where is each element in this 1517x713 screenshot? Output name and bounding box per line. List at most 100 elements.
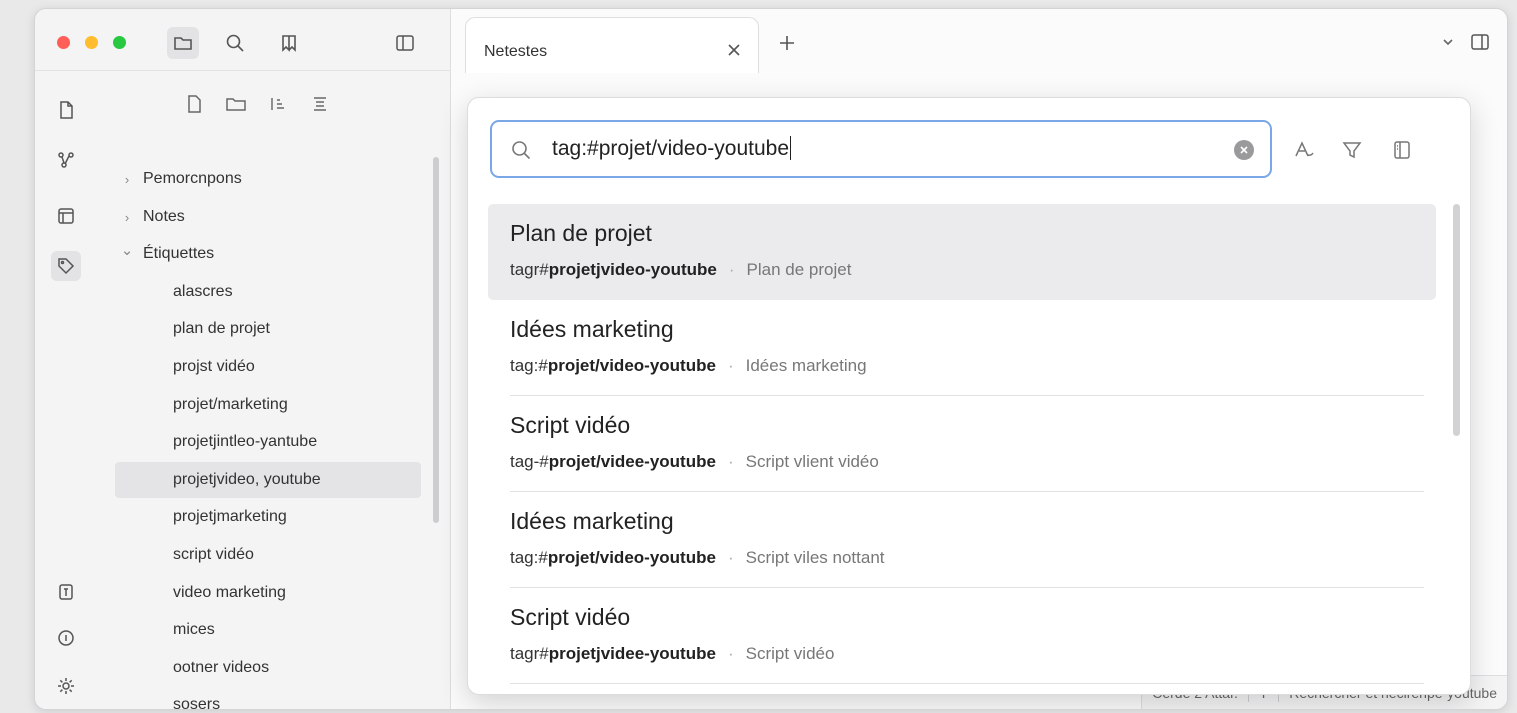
tree-item-label: Étiquettes: [143, 245, 215, 262]
folder-tree-item[interactable]: ⌄ Étiquettes: [115, 236, 421, 272]
file-tree: › Pemorcnpons › Notes ⌄ Étiquettes alascres pla…: [107, 71, 451, 710]
tag-tree-item[interactable]: projet/marketing: [115, 387, 421, 423]
chevron-down-icon: ⌄: [120, 242, 134, 259]
plus-icon: [780, 36, 794, 50]
result-title: Idées marketing: [510, 508, 674, 534]
result-title: Script vidéo: [510, 604, 631, 630]
result-context: Script vlient vidéo: [745, 452, 879, 471]
result-path: tag-#projet/videe-youtube: [510, 452, 716, 471]
search-result[interactable]: Script vidéo tag-#projet/videe-youtube · Sc…: [488, 396, 1436, 492]
ribbon-templates-button[interactable]: [51, 577, 81, 607]
tree-item-label: alascres: [173, 283, 233, 300]
clear-search-button[interactable]: [1234, 140, 1254, 160]
ribbon: [35, 71, 101, 709]
new-folder-icon: [226, 98, 246, 111]
sort-icon: [271, 98, 284, 110]
match-case-button[interactable]: [1290, 136, 1318, 164]
maximize-window-button[interactable]: [113, 36, 126, 49]
match-case-icon: [1295, 141, 1314, 157]
new-tab-button[interactable]: [775, 31, 799, 55]
search-input[interactable]: tag:#projet/video-youtube: [490, 120, 1272, 178]
result-path: tag:#projet/video-youtube: [510, 548, 716, 567]
tree-item-label: projetjmarketing: [173, 508, 287, 525]
result-context: Script viles nottant: [745, 548, 885, 567]
settings-icon: [58, 678, 74, 694]
collapse-all-button[interactable]: [309, 93, 331, 115]
text-caret: [790, 136, 791, 160]
result-title: Script vidéo: [510, 412, 631, 438]
sidebar-toggle-icon: [1471, 34, 1489, 50]
layout-button[interactable]: [1388, 136, 1416, 164]
tag-tree-item[interactable]: projst vidéo: [115, 349, 421, 385]
tree-item-label: script vidéo: [173, 546, 254, 563]
graph-icon: [58, 152, 74, 168]
search-result[interactable]: Idées marketing tag:#projet/video-youtube…: [488, 492, 1436, 588]
file-explorer-button[interactable]: [167, 27, 199, 59]
tab-netestes[interactable]: Netestes: [465, 17, 759, 73]
tab-list-button[interactable]: [1435, 29, 1461, 55]
result-path: tag:#projet/video-youtube: [510, 356, 716, 375]
result-path-prefix: tag-#: [510, 452, 549, 471]
ribbon-tags-button[interactable]: [51, 251, 81, 281]
tree-item-label: projst vidéo: [173, 358, 255, 375]
tag-tree-item[interactable]: video marketing: [115, 575, 421, 611]
result-path-prefix: tag:#: [510, 548, 548, 567]
filter-button[interactable]: [1338, 136, 1366, 164]
bookmark-icon: [282, 35, 296, 52]
tag-tree-item[interactable]: script vidéo: [115, 537, 421, 573]
result-path-match: projetjvidee-youtube: [548, 644, 716, 663]
new-note-button[interactable]: [183, 93, 205, 115]
result-path: tagr#projetjvideo-youtube: [510, 260, 717, 279]
ribbon-settings-button[interactable]: [51, 671, 81, 701]
folder-tree-item[interactable]: › Notes: [115, 199, 421, 235]
sort-button[interactable]: [267, 93, 289, 115]
search-result[interactable]: Plan de projet tagr#projetjvideo-youtube ·…: [488, 204, 1436, 300]
new-note-icon: [188, 95, 201, 113]
tag-tree-item[interactable]: alascres: [115, 274, 421, 310]
tree-item-label: sosers: [173, 696, 221, 710]
separator-dot: ·: [727, 356, 734, 375]
ribbon-help-button[interactable]: [51, 623, 81, 653]
bookmarks-button[interactable]: [273, 27, 305, 59]
result-path-prefix: tagr#: [510, 644, 549, 663]
toggle-sidebar-button[interactable]: [389, 27, 421, 59]
close-window-button[interactable]: [57, 36, 70, 49]
ribbon-canvas-button[interactable]: [51, 201, 81, 231]
tree-item-label: mices: [173, 621, 215, 638]
results-scrollbar[interactable]: [1453, 204, 1460, 436]
chevron-right-icon: ›: [124, 171, 130, 187]
tag-tree-item[interactable]: mices: [115, 612, 421, 648]
canvas-icon: [58, 208, 74, 224]
tag-tree-item[interactable]: projetjmarketing: [115, 499, 421, 535]
file-tree-toolbar: [183, 93, 331, 115]
file-icon: [60, 101, 73, 119]
tree-item-label: video marketing: [173, 584, 286, 601]
tag-tree-item[interactable]: projetjvideo, youtube: [115, 462, 421, 498]
result-path-match: projet/video-youtube: [547, 356, 716, 375]
tag-tree-item[interactable]: plan de projet: [115, 311, 421, 347]
ribbon-files-button[interactable]: [51, 95, 81, 125]
search-result[interactable]: Script vidéo tagr#projetjvidee-youtube · Sc…: [488, 588, 1436, 684]
tag-tree-item[interactable]: sosers: [115, 687, 421, 710]
minimize-window-button[interactable]: [85, 36, 98, 49]
file-tree-scrollbar[interactable]: [433, 157, 439, 523]
new-folder-button[interactable]: [225, 93, 247, 115]
tag-tree-item[interactable]: ootner videos: [115, 650, 421, 686]
result-context: Idées marketing: [745, 356, 867, 375]
toggle-right-sidebar-button[interactable]: [1467, 29, 1493, 55]
search-icon: [226, 34, 244, 52]
ribbon-graph-button[interactable]: [51, 145, 81, 175]
tab-bar: Netestes: [451, 9, 1507, 73]
folder-tree-item[interactable]: › Pemorcnpons: [115, 161, 421, 197]
app-window: › Pemorcnpons › Notes ⌄ Étiquettes alascres pla…: [34, 8, 1508, 710]
result-title: Plan de projet: [510, 220, 652, 246]
tag-icon: [58, 258, 75, 275]
tab-close-button[interactable]: [722, 38, 746, 62]
collapse-icon: [314, 97, 326, 111]
search-result[interactable]: Idées marketing tag:#projet/video-youtube…: [488, 300, 1436, 396]
search-button[interactable]: [219, 27, 251, 59]
chevron-right-icon: ›: [124, 209, 130, 225]
tree-item-label: projetjvideo, youtube: [173, 471, 321, 488]
clear-icon: [1240, 146, 1248, 154]
tag-tree-item[interactable]: projetjintleo-yantube: [115, 424, 421, 460]
